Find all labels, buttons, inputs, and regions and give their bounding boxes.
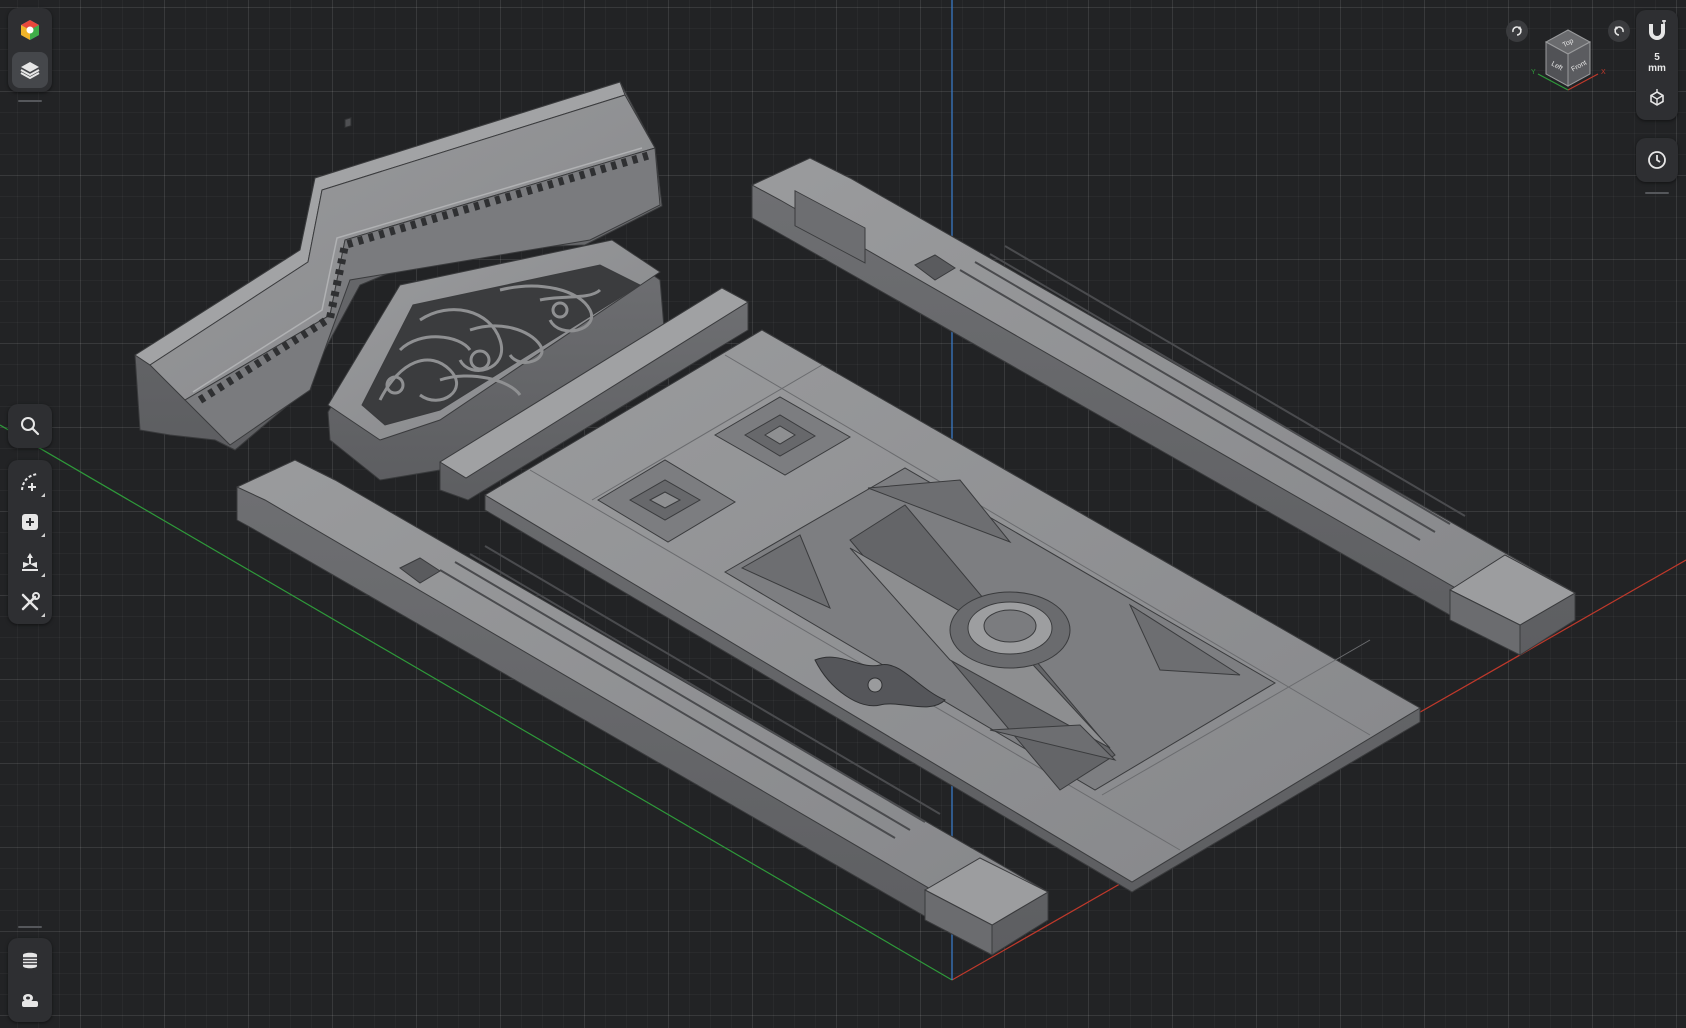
history-icon bbox=[1648, 151, 1666, 169]
history-button[interactable] bbox=[1639, 142, 1675, 178]
sketch-curve-button[interactable] bbox=[12, 464, 48, 500]
snap-increment[interactable]: 5 mm bbox=[1648, 52, 1666, 74]
layers-icon bbox=[20, 62, 40, 80]
left-toolbar-main bbox=[8, 404, 52, 448]
magnet-snap-button[interactable] bbox=[1639, 16, 1675, 46]
app-logo-icon bbox=[21, 20, 39, 40]
left-toolbar-divider-bottom bbox=[18, 926, 42, 928]
search-icon bbox=[21, 417, 40, 436]
right-toolbar-divider bbox=[1645, 192, 1669, 194]
sketch-curve-icon bbox=[21, 473, 39, 491]
add-primitive-button[interactable] bbox=[12, 504, 48, 540]
left-toolbar-top bbox=[8, 8, 52, 92]
view-mode-button[interactable] bbox=[1639, 84, 1675, 112]
tools-icon bbox=[21, 592, 40, 611]
view-mode-icon bbox=[1650, 89, 1664, 106]
cube-x-label: X bbox=[1601, 69, 1606, 76]
view-cube[interactable]: Top Left Front X Y bbox=[1506, 12, 1630, 100]
transform-icon bbox=[22, 553, 38, 571]
left-toolbar-bottom bbox=[8, 938, 52, 1022]
search-button[interactable] bbox=[12, 408, 48, 444]
snap-unit: mm bbox=[1648, 63, 1666, 74]
slicer-icon bbox=[23, 952, 37, 969]
right-toolbar-history bbox=[1636, 138, 1678, 182]
transform-button[interactable] bbox=[12, 544, 48, 580]
viewport-scene[interactable] bbox=[0, 0, 1686, 1028]
add-primitive-icon bbox=[22, 514, 38, 530]
app-logo-button[interactable] bbox=[12, 12, 48, 48]
material-icon bbox=[22, 994, 38, 1007]
layers-button[interactable] bbox=[12, 52, 48, 88]
right-toolbar-snap: 5 mm bbox=[1636, 10, 1678, 120]
tools-button[interactable] bbox=[12, 584, 48, 620]
magnet-icon bbox=[1649, 20, 1666, 40]
snap-value: 5 bbox=[1654, 52, 1660, 63]
navigation-cube-widget: Top Left Front X Y bbox=[1506, 12, 1630, 100]
slicer-button[interactable] bbox=[12, 942, 48, 978]
cube-y-label: Y bbox=[1531, 69, 1536, 76]
left-toolbar-tools bbox=[8, 460, 52, 624]
left-toolbar-divider-top bbox=[18, 100, 42, 102]
material-button[interactable] bbox=[12, 982, 48, 1018]
